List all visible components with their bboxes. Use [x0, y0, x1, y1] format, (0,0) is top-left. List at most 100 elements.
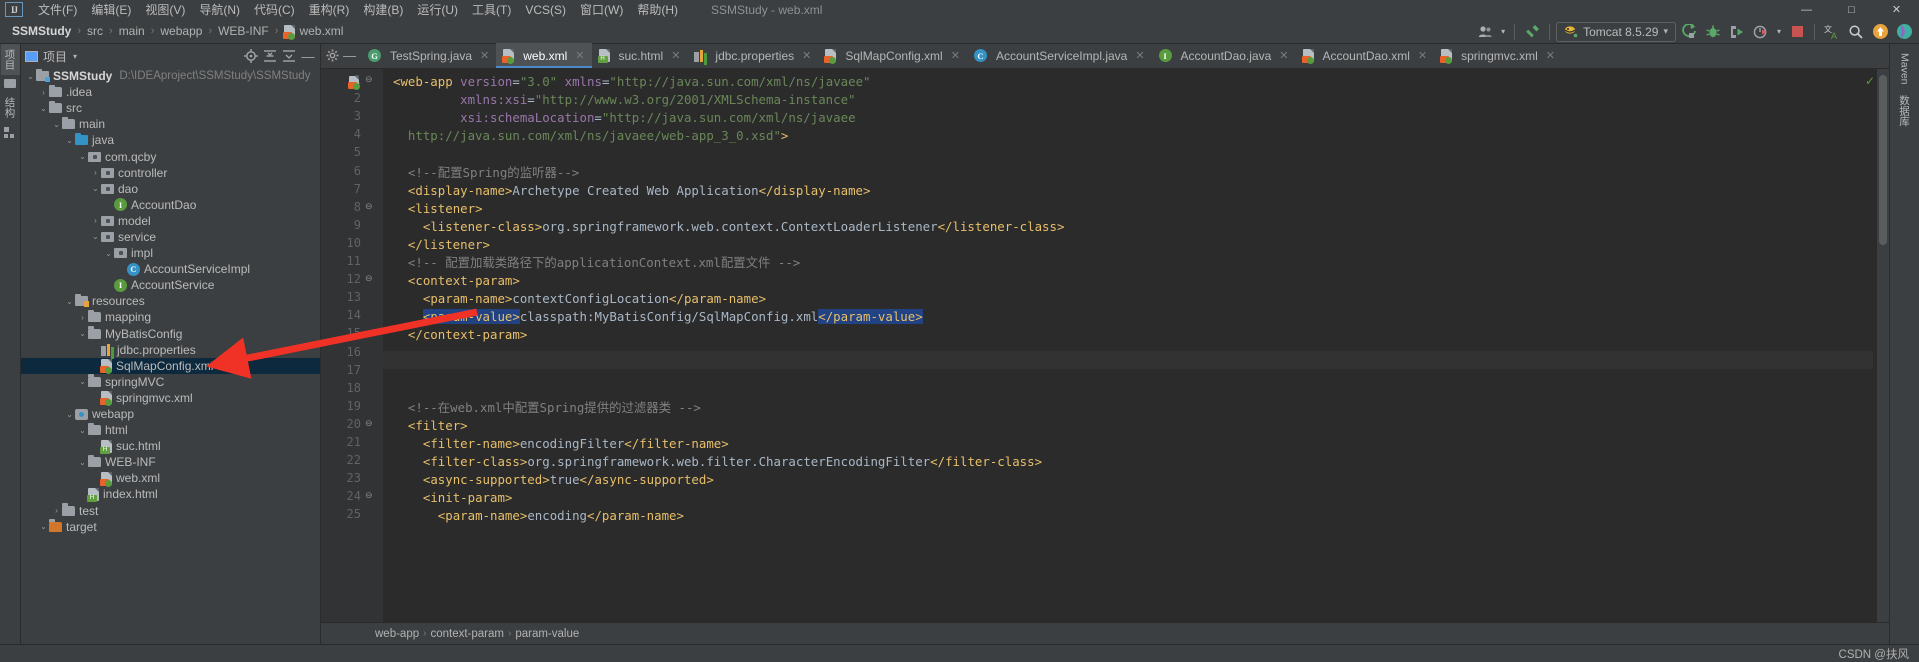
code-line[interactable]: <param-name>contextConfigLocation</param… [393, 290, 766, 308]
code-line[interactable]: <!--配置Spring的监听器--> [393, 164, 579, 182]
editor-tab-web-xml[interactable]: web.xml ✕ [496, 43, 592, 68]
code-line[interactable]: http://java.sun.com/xml/ns/javaee/web-ap… [393, 127, 788, 145]
settings-gear-icon[interactable] [324, 47, 341, 64]
breadcrumb-item-ssmstudy[interactable]: SSMStudy [8, 23, 75, 39]
locate-icon[interactable] [243, 48, 259, 64]
update-icon[interactable] [1869, 21, 1891, 43]
build-icon[interactable] [1521, 21, 1543, 43]
tree-node-resources[interactable]: ⌄ resources [21, 293, 320, 309]
chevron-down-icon[interactable]: ⌄ [38, 522, 49, 531]
chevron-down-icon[interactable]: ⌄ [64, 297, 75, 306]
code-line[interactable]: <context-param> [393, 272, 520, 290]
expand-all-icon[interactable] [262, 48, 278, 64]
chevron-down-icon[interactable]: ⌄ [77, 458, 88, 467]
tool-window-maven[interactable]: Maven [1897, 48, 1913, 90]
stop-icon[interactable] [1786, 21, 1808, 43]
tree-node-html[interactable]: ⌄ html [21, 422, 320, 438]
menu-item-2[interactable]: 视图(V) [138, 0, 192, 20]
editor-tab-accountserviceimpl-java[interactable]: C AccountServiceImpl.java ✕ [967, 43, 1152, 68]
tree-node-springmvc[interactable]: ⌄ springMVC [21, 374, 320, 390]
tree-node-src[interactable]: ⌄ src [21, 100, 320, 116]
code-line[interactable]: <init-param> [393, 489, 513, 507]
chevron-down-icon[interactable]: ⌄ [25, 72, 36, 81]
breadcrumb-item-main[interactable]: main [115, 23, 149, 39]
folder-icon[interactable] [4, 75, 16, 92]
inspection-status-icon[interactable]: ✓ [1865, 74, 1875, 88]
tree-node-web-xml[interactable]: web.xml [21, 470, 320, 487]
code-fold-icon[interactable]: ⊖ [365, 273, 373, 284]
code-line[interactable]: <!--在web.xml中配置Spring提供的过滤器类 --> [393, 399, 701, 417]
chevron-down-icon[interactable]: ⌄ [77, 426, 88, 435]
close-button[interactable]: ✕ [1874, 0, 1919, 19]
code-fold-icon[interactable]: ⊖ [365, 74, 373, 85]
chevron-down-icon-profiler[interactable]: ▾ [1774, 21, 1784, 43]
minimize-button[interactable]: — [1784, 0, 1829, 19]
tree-node-jdbc-properties[interactable]: jdbc.properties [21, 342, 320, 358]
editor-breadcrumb-item-param-value[interactable]: param-value [511, 628, 583, 640]
code-line[interactable]: <param-value>classpath:MyBatisConfig/Sql… [393, 308, 923, 326]
tree-node--idea[interactable]: › .idea [21, 84, 320, 100]
breadcrumb-item-web-inf[interactable]: WEB-INF [214, 23, 273, 39]
tree-node-webapp[interactable]: ⌄ webapp [21, 406, 320, 422]
chevron-down-icon[interactable]: ⌄ [64, 136, 75, 145]
chevron-right-icon[interactable]: › [38, 88, 49, 97]
menu-item-0[interactable]: 文件(F) [31, 0, 84, 20]
hide-icon[interactable]: — [300, 48, 316, 64]
tree-node-mapping[interactable]: › mapping [21, 309, 320, 325]
breadcrumb-item-web-xml[interactable]: web.xml [280, 23, 347, 40]
menu-item-1[interactable]: 编辑(E) [84, 0, 138, 20]
tree-node-test[interactable]: › test [21, 503, 320, 519]
code-line[interactable]: <!-- 配置加载类路径下的applicationContext.xml配置文件… [393, 254, 800, 272]
menu-item-4[interactable]: 代码(C) [247, 0, 302, 20]
close-icon[interactable]: ✕ [1546, 49, 1555, 62]
close-icon[interactable]: ✕ [575, 49, 584, 62]
tree-node-controller[interactable]: › controller [21, 165, 320, 181]
editor-breadcrumb-item-web-app[interactable]: web-app [371, 628, 423, 640]
structure-icon[interactable] [4, 123, 16, 146]
tree-node-accountservice[interactable]: I AccountService [21, 277, 320, 293]
maximize-button[interactable]: □ [1829, 0, 1874, 19]
code-line[interactable]: xmlns:xsi="http://www.w3.org/2001/XMLSch… [393, 91, 855, 109]
tree-node-accountdao[interactable]: I AccountDao [21, 197, 320, 213]
menu-item-11[interactable]: 帮助(H) [630, 0, 685, 20]
tool-window-structure[interactable]: 结构 [1, 92, 20, 123]
menu-item-5[interactable]: 重构(R) [302, 0, 357, 20]
chevron-down-icon[interactable]: ⌄ [103, 249, 114, 258]
editor-tab-accountdao-java[interactable]: I AccountDao.java ✕ [1152, 43, 1296, 68]
run-configuration-selector[interactable]: Tomcat 8.5.29 ▾ [1556, 21, 1676, 42]
search-icon[interactable] [1845, 21, 1867, 43]
chevron-down-icon[interactable]: ⌄ [64, 410, 75, 419]
translate-icon[interactable]: 文 A [1821, 21, 1843, 43]
code-line[interactable]: </context-param> [393, 326, 527, 344]
chevron-right-icon[interactable]: › [90, 216, 101, 225]
menu-item-8[interactable]: 工具(T) [465, 0, 518, 20]
tree-node-dao[interactable]: ⌄ dao [21, 181, 320, 197]
chevron-down-icon[interactable]: ⌄ [51, 120, 62, 129]
tree-node-ssmstudy[interactable]: ⌄ SSMStudy D:\IDEAproject\SSMStudy\SSMStud… [21, 68, 320, 84]
tree-node-accountserviceimpl[interactable]: C AccountServiceImpl [21, 261, 320, 277]
chevron-right-icon[interactable]: › [51, 506, 62, 515]
code-line[interactable]: <async-supported>true</async-supported> [393, 471, 714, 489]
code-line[interactable]: <web-app version="3.0" xmlns="http://jav… [393, 73, 871, 91]
project-tree[interactable]: ⌄ SSMStudy D:\IDEAproject\SSMStudy\SSMStud… [21, 68, 320, 660]
code-line[interactable]: </listener> [393, 236, 490, 254]
editor-breadcrumb-item-context-param[interactable]: context-param [426, 628, 508, 640]
tree-node-springmvc-xml[interactable]: springmvc.xml [21, 390, 320, 407]
hide-editor-icon[interactable]: — [341, 47, 358, 64]
code-fold-icon[interactable]: ⊖ [365, 201, 373, 212]
tree-node-index-html[interactable]: index.html [21, 486, 320, 502]
editor-tab-accountdao-xml[interactable]: AccountDao.xml ✕ [1296, 43, 1435, 68]
breadcrumb-item-webapp[interactable]: webapp [156, 23, 206, 39]
breadcrumb-item-src[interactable]: src [83, 23, 107, 39]
tree-node-target[interactable]: ⌄ target [21, 519, 320, 535]
scrollbar-thumb[interactable] [1879, 75, 1887, 245]
code-line[interactable]: <param-name>encoding</param-name> [393, 507, 684, 525]
tree-node-suc-html[interactable]: suc.html [21, 438, 320, 454]
code-fold-icon[interactable]: ⊖ [365, 490, 373, 501]
tree-node-mybatisconfig[interactable]: ⌄ MyBatisConfig [21, 326, 320, 342]
menu-item-3[interactable]: 导航(N) [192, 0, 247, 20]
editor-scrollbar[interactable] [1877, 69, 1889, 644]
run-with-coverage-icon[interactable] [1726, 21, 1748, 43]
code-fold-icon[interactable]: ⊖ [365, 418, 373, 429]
code-line[interactable]: <filter-name>encodingFilter</filter-name… [393, 435, 729, 453]
